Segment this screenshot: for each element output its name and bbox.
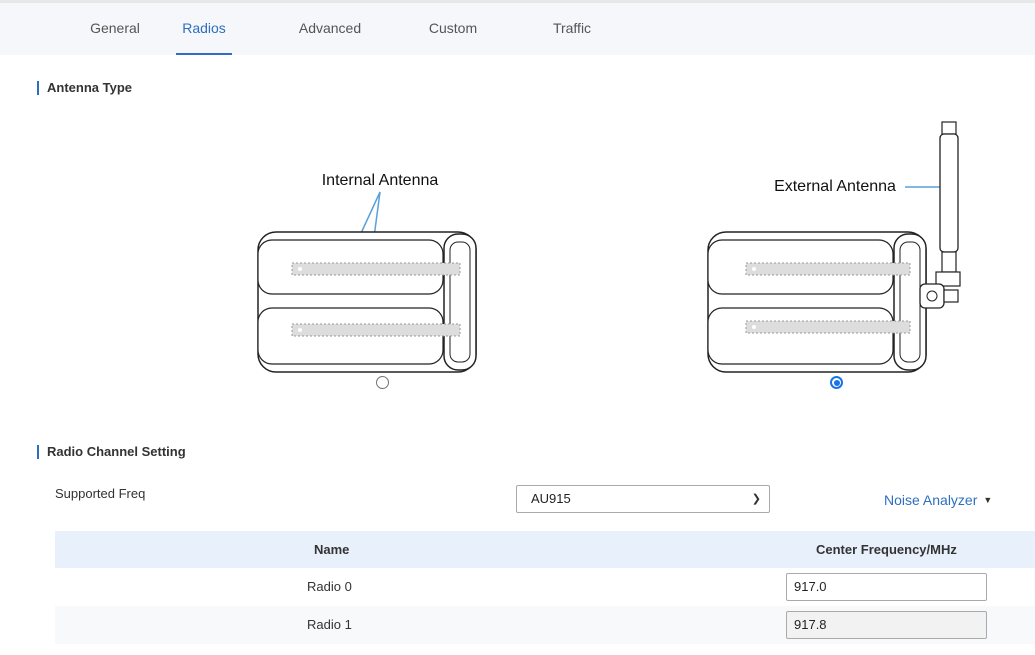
table-row: Radio 0 917.0	[55, 568, 1035, 606]
radio-name: Radio 0	[307, 579, 352, 594]
antenna-type-title: Antenna Type	[37, 81, 132, 95]
noise-analyzer-dropdown[interactable]: Noise Analyzer ▼	[884, 492, 992, 508]
tab-bar: General Radios Advanced Custom Traffic	[0, 3, 1035, 55]
external-antenna-radio[interactable]	[830, 376, 843, 389]
tab-traffic[interactable]: Traffic	[542, 3, 602, 55]
tab-radios-label: Radios	[182, 20, 226, 36]
radio-channel-table: Name Center Frequency/MHz Radio 0 917.0 …	[55, 531, 1035, 644]
supported-freq-value: AU915	[531, 491, 571, 506]
external-antenna-image: External Antenna	[707, 121, 961, 373]
caret-down-icon: ▼	[983, 495, 993, 505]
column-header-center-frequency: Center Frequency/MHz	[816, 542, 957, 557]
noise-analyzer-label: Noise Analyzer	[884, 492, 978, 508]
tab-custom[interactable]: Custom	[420, 3, 486, 55]
radio-name: Radio 1	[307, 617, 352, 632]
internal-antenna-radio[interactable]	[376, 376, 389, 389]
internal-antenna-image: Internal Antenna	[257, 172, 477, 373]
center-frequency-input[interactable]: 917.8	[786, 611, 987, 639]
external-antenna-label: External Antenna	[774, 178, 896, 195]
active-tab-underline	[176, 53, 232, 55]
chevron-down-icon: ❯	[751, 493, 761, 505]
supported-freq-select[interactable]: AU915 ❯	[516, 485, 770, 513]
table-header-row: Name Center Frequency/MHz	[55, 531, 1035, 568]
supported-freq-label: Supported Freq	[55, 486, 146, 501]
tab-radios[interactable]: Radios	[176, 3, 232, 55]
tab-general[interactable]: General	[80, 3, 150, 55]
radio-channel-setting-title: Radio Channel Setting	[37, 445, 186, 459]
tab-advanced[interactable]: Advanced	[290, 3, 370, 55]
table-row: Radio 1 917.8	[55, 606, 1035, 644]
column-header-name: Name	[314, 542, 350, 557]
internal-antenna-label: Internal Antenna	[322, 172, 439, 189]
center-frequency-input[interactable]: 917.0	[786, 573, 987, 601]
